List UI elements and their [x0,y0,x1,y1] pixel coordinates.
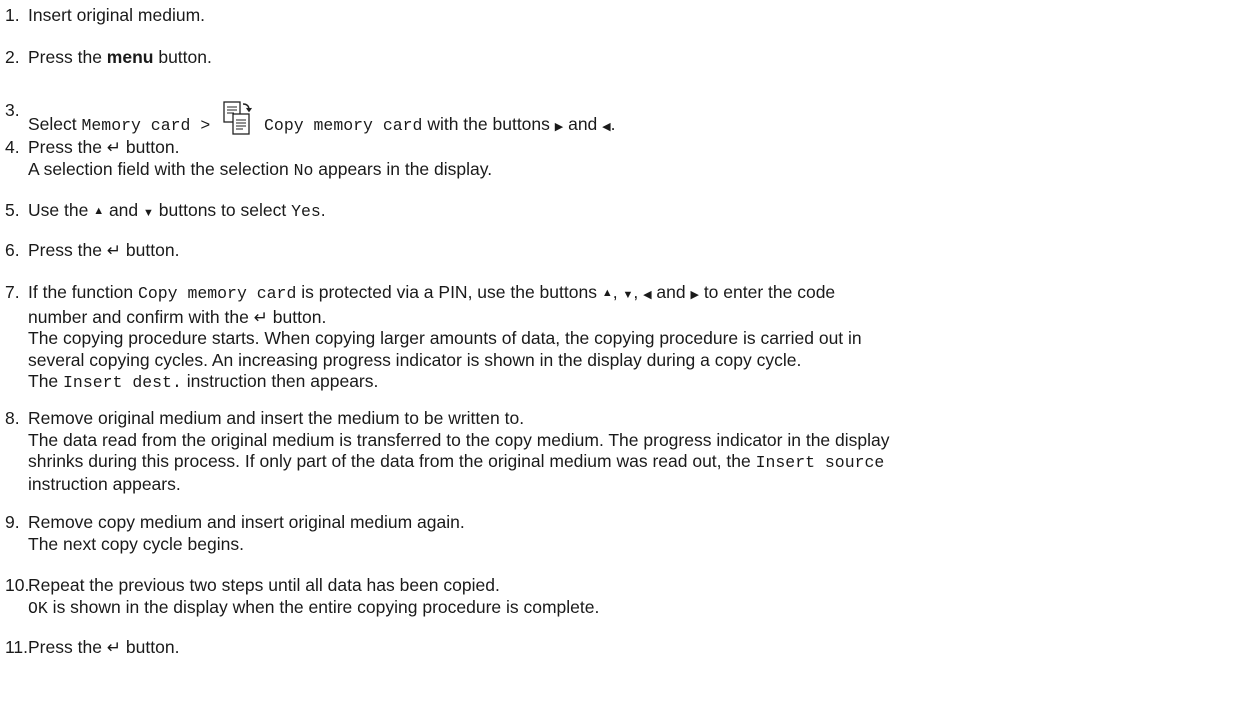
step-text: number and confirm with the [28,306,254,327]
step-number: 9. [5,512,20,532]
left-arrow-icon: ◀ [643,289,652,301]
step-content: Press the ↵ button. [28,240,1240,262]
step-text: appears in the display. [313,158,493,179]
step-number: 8. [5,408,20,428]
step-text: Press the [28,47,107,67]
step-content: Use the ▲ and ▼ buttons to select Yes. [28,200,1240,225]
step-number: 10. [5,575,30,595]
step-text: with the buttons [422,114,555,134]
step-text: . [320,200,326,220]
step-text: Insert original medium. [28,5,206,25]
step-number: 2. [5,47,20,67]
step-text: instruction appears. [28,473,181,494]
copy-memory-card-icon [223,101,253,135]
step-text: . [610,114,616,134]
enter-arrow-icon: ↵ [106,638,122,657]
step-text: Select [28,114,82,134]
left-arrow-icon: ◀ [602,121,611,133]
step-number: 6. [5,240,20,260]
step-text: The [28,371,64,391]
down-arrow-icon: ▼ [622,289,634,301]
step-text: The copying procedure starts. When copyi… [28,328,862,348]
step-text: and [563,114,603,134]
step-content: Remove copy medium and insert original m… [28,512,1240,555]
step-text: Press the [28,240,107,260]
step-number: 7. [5,282,20,302]
step-text: The next copy cycle begins. [28,533,244,554]
enter-arrow-icon: ↵ [106,138,122,157]
display-text: Copy memory card [137,284,297,303]
step-content: Remove original medium and insert the me… [28,408,1240,495]
step-text: several copying cycles. An increasing pr… [28,349,802,370]
step-number: 4. [5,137,20,157]
up-arrow-icon: ▲ [601,287,613,299]
step-text: is shown in the display when the entire … [47,596,600,617]
step-text: Remove original medium and insert the me… [28,408,525,428]
step-text: Press the [28,637,107,657]
step-content: Insert original medium. [28,5,1240,27]
display-text: Insert source [755,453,885,472]
step-text: Use the [28,200,94,220]
step-content: Repeat the previous two steps until all … [28,575,1240,619]
up-arrow-icon: ▲ [93,205,105,217]
step-content: Press the ↵ button. [28,637,1240,659]
step-text: and [651,282,691,302]
step-number: 3. [5,100,20,120]
instruction-page: 1. Insert original medium. 2. Press the … [0,0,1245,701]
step-text: is protected via a PIN, use the buttons [296,282,602,302]
button-name: menu [106,47,154,67]
step-text: Repeat the previous two steps until all … [28,575,500,595]
right-arrow-icon: ▶ [690,289,699,301]
step-text: , [612,282,623,302]
display-text: Memory card > [81,116,221,135]
display-text: Yes [291,202,321,221]
step-text: Press the [28,137,107,157]
step-number: 11. [5,637,29,657]
step-content: Select Memory card > Copy memory card wi… [28,100,1240,139]
right-arrow-icon: ▶ [554,121,564,133]
display-text: OK [28,598,48,618]
down-arrow-icon: ▼ [143,207,154,219]
step-text: button. [267,306,327,327]
step-text: Remove copy medium and insert original m… [28,512,465,532]
step-text: A selection field with the selection [28,158,294,179]
step-text: button. [153,47,212,67]
step-text: and [104,200,144,220]
step-number: 5. [5,200,20,220]
step-text: instruction then appears. [181,371,379,391]
enter-arrow-icon: ↵ [253,307,268,327]
display-text: Insert dest. [63,373,182,392]
display-text: No [293,160,314,180]
step-content: If the function Copy memory card is prot… [28,282,1240,394]
step-content: Press the menu button. [28,47,1240,69]
step-content: Press the ↵ button. A selection field wit… [28,137,1240,181]
step-text: If the function [28,282,138,302]
step-text: button. [121,240,180,260]
step-text: button. [121,637,180,657]
display-text: Copy memory card [254,116,423,135]
step-text: shrinks during this process. If only par… [28,451,756,471]
step-text: button. [121,137,180,157]
step-text: to enter the code [698,282,836,302]
step-number: 1. [5,5,20,25]
step-text: The data read from the original medium i… [28,429,890,450]
step-text: buttons to select [153,200,292,220]
enter-arrow-icon: ↵ [106,241,122,260]
step-text: , [633,282,644,302]
